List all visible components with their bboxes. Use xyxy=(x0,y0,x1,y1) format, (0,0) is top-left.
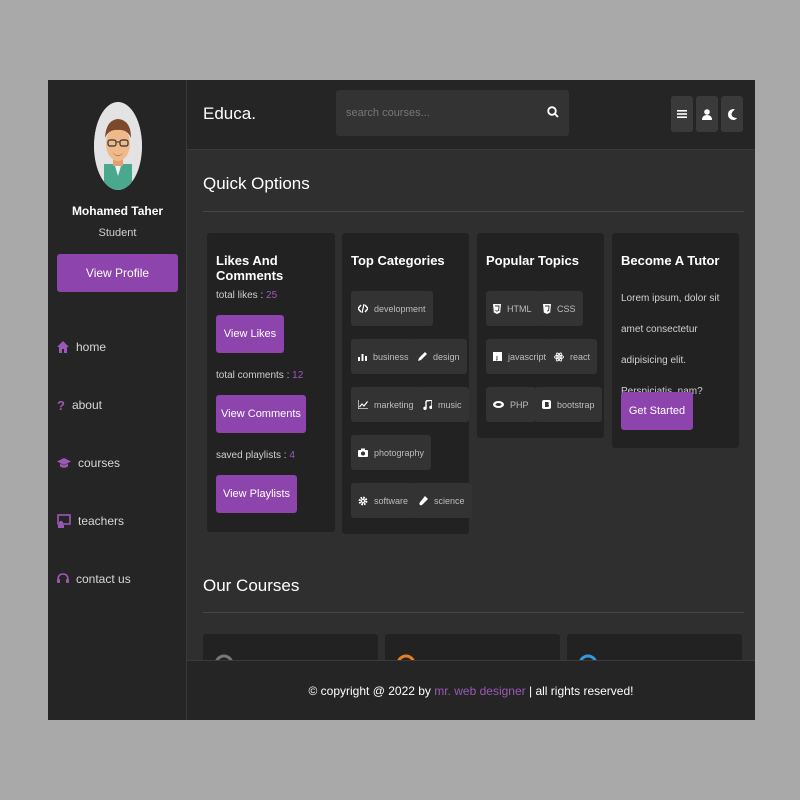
menu-button[interactable] xyxy=(671,96,693,132)
category-tag-science[interactable]: science xyxy=(412,483,472,518)
total-comments-text: total comments : 12 xyxy=(216,370,304,381)
category-tag-design[interactable]: design xyxy=(411,339,467,374)
quick-options-title: Quick Options xyxy=(203,174,310,193)
view-comments-button[interactable]: View Comments xyxy=(216,395,306,433)
code-icon xyxy=(358,304,368,313)
category-tag-development[interactable]: development xyxy=(351,291,433,326)
nav-item-teachers[interactable]: teachers xyxy=(57,511,124,531)
css3-icon xyxy=(543,303,551,314)
vial-icon xyxy=(419,495,428,505)
nav-item-home[interactable]: home xyxy=(57,337,106,357)
graduation-cap-icon xyxy=(57,458,71,468)
pen-icon xyxy=(418,352,427,361)
user-role: Student xyxy=(98,227,137,239)
search-icon[interactable] xyxy=(547,106,559,118)
menu-icon xyxy=(677,110,687,118)
total-likes-text: total likes : 25 xyxy=(216,290,278,301)
nav-item-contact[interactable]: contact us xyxy=(57,569,131,589)
topic-tag-php[interactable]: PHP xyxy=(486,387,536,422)
theme-toggle-button[interactable] xyxy=(721,96,743,132)
avatar xyxy=(94,102,142,190)
user-icon xyxy=(702,108,712,120)
card-title: Top Categories xyxy=(351,253,445,268)
music-icon xyxy=(423,399,432,410)
user-name: Mohamed Taher xyxy=(71,204,164,218)
view-playlists-button[interactable]: View Playlists xyxy=(216,475,297,513)
nav-item-about[interactable]: ? about xyxy=(57,395,102,415)
nav-item-courses[interactable]: courses xyxy=(57,453,120,473)
bar-chart-icon xyxy=(358,354,367,361)
footer-prefix: © copyright @ 2022 by xyxy=(308,684,435,698)
topic-tag-css[interactable]: CSS xyxy=(536,291,583,326)
category-tag-software[interactable]: software xyxy=(351,483,416,518)
react-icon xyxy=(554,352,564,361)
category-tag-business[interactable]: business xyxy=(351,339,416,374)
category-tag-music[interactable]: music xyxy=(416,387,469,422)
topic-tag-bootstrap[interactable]: bootstrap xyxy=(535,387,602,422)
nav-label-about: about xyxy=(71,398,102,412)
user-button[interactable] xyxy=(696,96,718,132)
saved-playlists-text: saved playlists : 4 xyxy=(216,450,295,461)
view-profile-button[interactable]: View Profile xyxy=(57,254,178,292)
chalkboard-teacher-icon xyxy=(57,514,71,528)
get-started-button[interactable]: Get Started xyxy=(621,392,693,430)
camera-icon xyxy=(358,448,368,457)
nav-label-teachers: teachers xyxy=(78,514,125,528)
card-title: Become A Tutor xyxy=(621,253,720,268)
top-categories-card: Top Categories development business desi… xyxy=(342,233,472,534)
likes-comments-card: Likes And Comments total likes : 25 View… xyxy=(207,233,335,532)
home-icon xyxy=(57,341,69,353)
topic-tag-html[interactable]: HTML xyxy=(486,291,539,326)
popular-topics-card: Popular Topics HTML CSS javascript react… xyxy=(477,233,604,438)
footer-suffix: | all rights reserved! xyxy=(525,684,634,698)
html5-icon xyxy=(493,303,501,314)
become-tutor-card: Become A Tutor Lorem ipsum, dolor sit am… xyxy=(612,233,739,448)
our-courses-title: Our Courses xyxy=(203,576,300,595)
card-title: Popular Topics xyxy=(486,253,579,268)
category-tag-marketing[interactable]: marketing xyxy=(351,387,421,422)
search-bar xyxy=(336,90,569,136)
nav-label-home: home xyxy=(76,340,107,354)
footer: © copyright @ 2022 by mr. web designer |… xyxy=(187,660,755,720)
logo[interactable]: Educa. xyxy=(203,104,256,124)
cog-icon xyxy=(358,496,368,505)
search-input[interactable] xyxy=(336,90,536,136)
nav-label-courses: courses xyxy=(78,456,121,470)
topic-tag-javascript[interactable]: javascript xyxy=(486,339,554,374)
topic-tag-react[interactable]: react xyxy=(547,339,598,374)
app-window: Mohamed Taher Student View Profile home … xyxy=(48,80,755,720)
bootstrap-icon xyxy=(542,400,551,409)
sidebar: Mohamed Taher Student View Profile home … xyxy=(48,80,187,720)
footer-designer-link[interactable]: mr. web designer xyxy=(434,684,525,698)
moon-icon xyxy=(728,108,737,120)
view-likes-button[interactable]: View Likes xyxy=(216,315,284,353)
question-icon: ? xyxy=(57,397,65,413)
card-title: Likes And Comments xyxy=(216,253,284,283)
tutor-description: Lorem ipsum, dolor sit amet consectetur … xyxy=(621,293,720,397)
divider xyxy=(203,211,744,212)
js-icon xyxy=(493,352,502,361)
divider xyxy=(203,612,744,613)
headset-icon xyxy=(57,573,69,583)
line-chart-icon xyxy=(358,400,368,409)
category-tag-photography[interactable]: photography xyxy=(351,435,432,470)
php-icon xyxy=(493,401,504,408)
header: Educa. xyxy=(187,80,755,150)
nav-label-contact: contact us xyxy=(76,572,131,586)
